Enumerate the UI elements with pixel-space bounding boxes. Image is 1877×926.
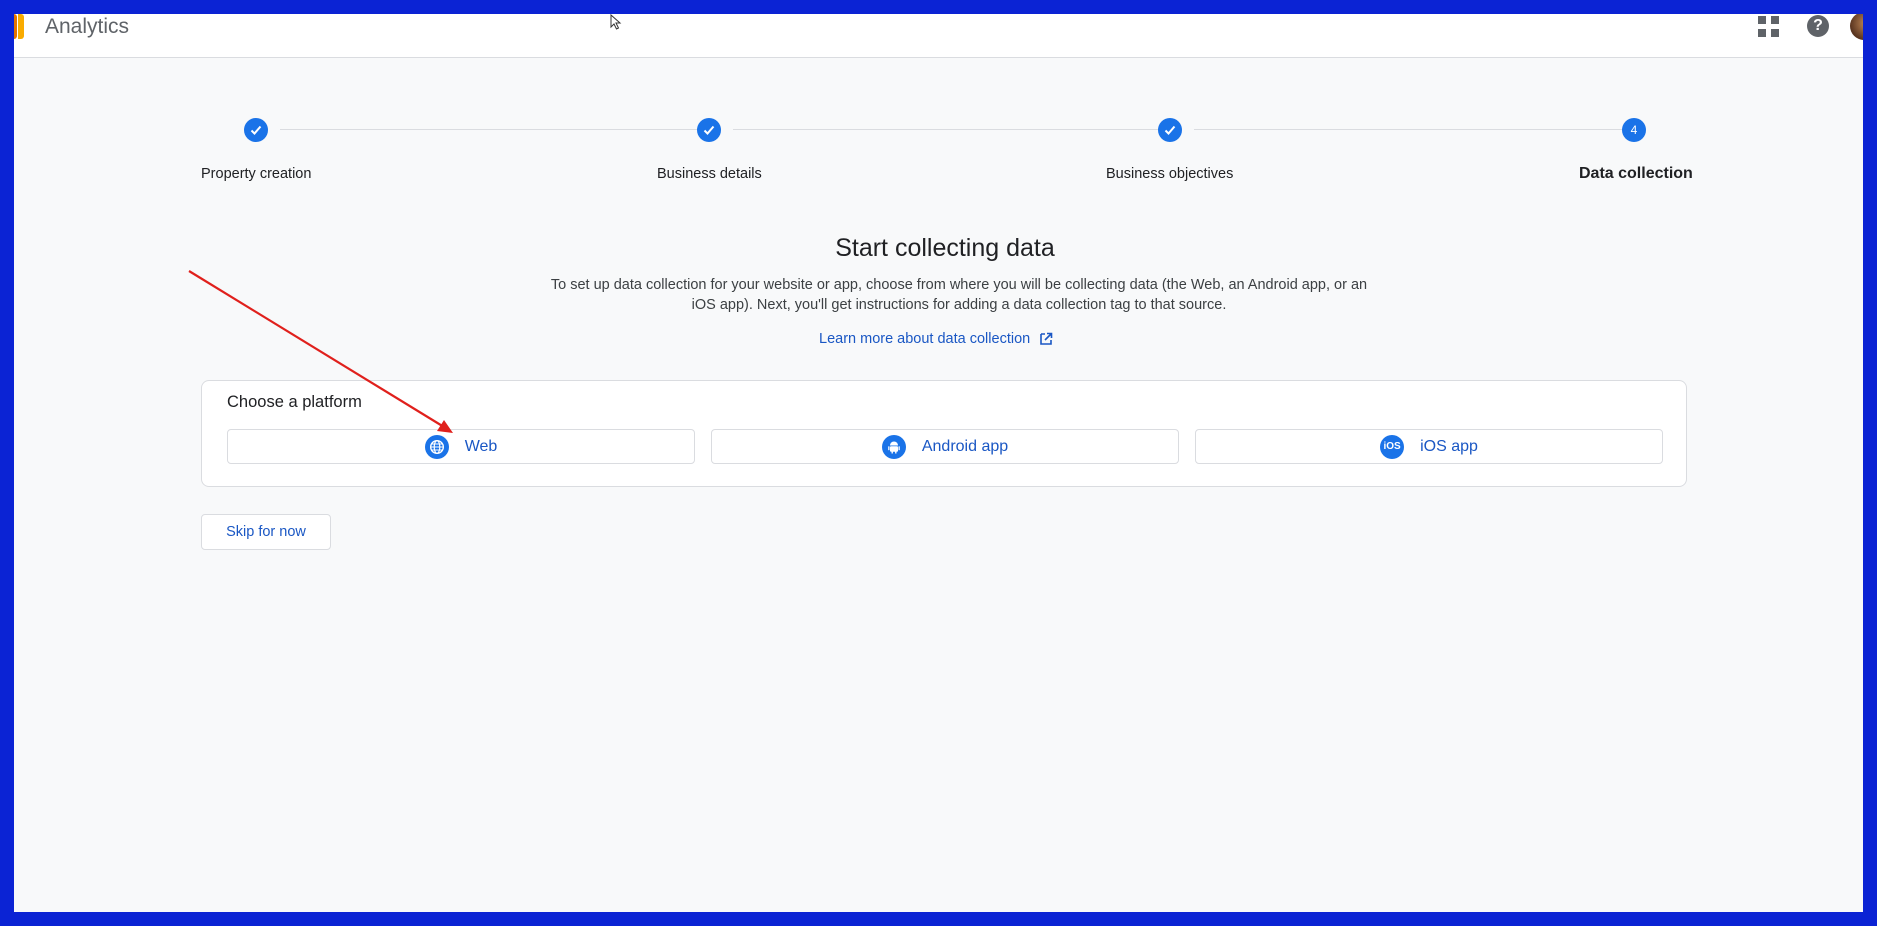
ios-icon: iOS [1380, 434, 1405, 459]
android-platform-button[interactable]: Android app [711, 429, 1179, 464]
step-2-check-icon [697, 118, 721, 142]
skip-for-now-button[interactable]: Skip for now [201, 514, 331, 550]
ios-platform-button[interactable]: iOS iOS app [1195, 429, 1663, 464]
android-icon [881, 434, 906, 459]
ios-platform-label: iOS app [1420, 437, 1478, 455]
setup-stepper: 4 Property creation Business details Bus… [14, 14, 1863, 214]
step-3-check-icon [1158, 118, 1182, 142]
step-label-business-details: Business details [657, 166, 762, 182]
step-label-property-creation: Property creation [201, 166, 312, 182]
step-4-number: 4 [1622, 118, 1646, 142]
web-platform-button[interactable]: Web [227, 429, 695, 464]
step-label-data-collection: Data collection [1579, 165, 1693, 182]
learn-more-link[interactable]: Learn more about data collection [819, 331, 1054, 347]
step-1-check-icon [244, 118, 268, 142]
step-connector [733, 129, 1160, 130]
globe-icon [424, 434, 449, 459]
platform-title: Choose a platform [227, 393, 362, 411]
open-in-new-icon [1040, 332, 1053, 345]
android-platform-label: Android app [921, 437, 1009, 455]
web-platform-label: Web [464, 437, 498, 455]
step-connector [1194, 129, 1626, 130]
page-title: Start collecting data [835, 234, 1055, 262]
step-label-business-objectives: Business objectives [1106, 166, 1234, 182]
platform-card: Choose a platform Web Android app iOS iO… [201, 380, 1687, 487]
step-connector [280, 129, 700, 130]
page-description: To set up data collection for your websi… [550, 277, 1368, 313]
app-window: Analytics ? 4 Property creation Business… [14, 14, 1863, 912]
learn-more-label: Learn more about data collection [819, 331, 1031, 347]
